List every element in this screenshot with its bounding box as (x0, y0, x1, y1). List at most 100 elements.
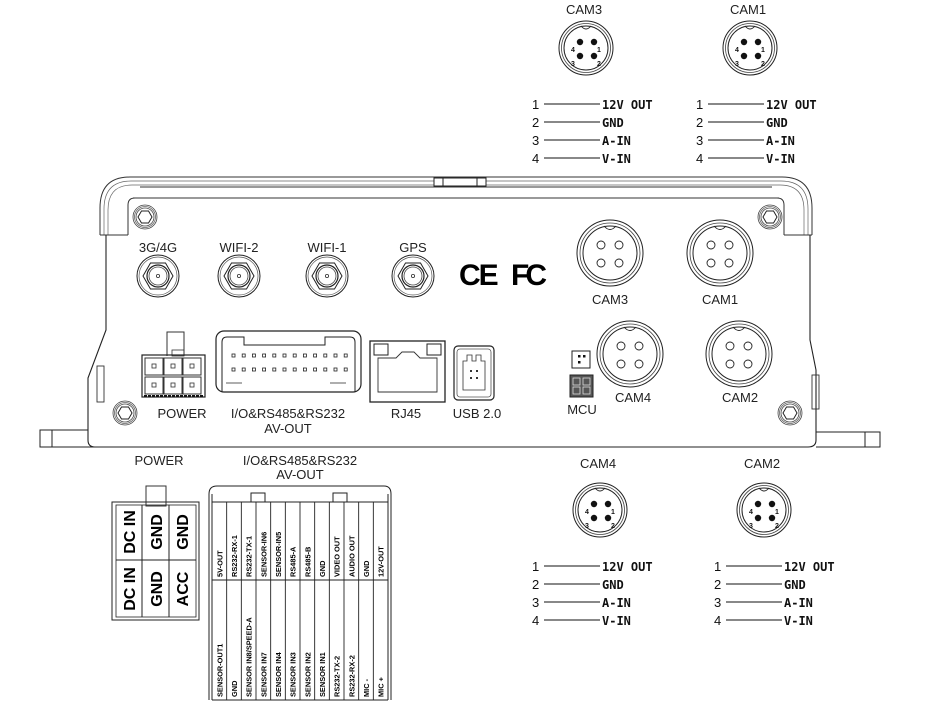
port-rj45: RJ45 (369, 340, 446, 421)
io-pin-label: RS232-RX-2 (347, 655, 356, 697)
pin-signal: GND (602, 116, 624, 130)
screw-icon (132, 204, 158, 230)
pin-signal: A-IN (766, 134, 795, 148)
pin-row: 3 A-IN (696, 133, 795, 148)
pinout-title: CAM2 (744, 456, 780, 471)
pinout-cam2: CAM2 4 1 3 2 1 12V OUT 2 GND 3 A-IN 4 V-IN (714, 456, 835, 628)
power-pin-label: ACC (175, 571, 192, 606)
io-pin-label: RS232-TX-1 (245, 536, 254, 577)
pin-signal: V-IN (602, 614, 631, 628)
pin-signal: V-IN (784, 614, 813, 628)
port-label: CAM3 (592, 292, 628, 307)
port-io-av-out: I/O&RS485&RS232 AV-OUT (215, 330, 362, 436)
pin-number: 1 (532, 559, 539, 574)
io-pin-label: RS232-RX-1 (230, 535, 239, 577)
io-pin-label: SENSOR-OUT1 (215, 644, 224, 697)
pin-row: 2 GND (532, 115, 624, 130)
io-pin-label: 12V-OUT (377, 546, 386, 577)
io-pin-dot (231, 353, 236, 358)
pin-row: 4 V-IN (532, 151, 631, 166)
port-label: RJ45 (391, 406, 421, 421)
pin-label: 4 (735, 47, 739, 54)
pin-number: 1 (714, 559, 721, 574)
pin-label: 2 (775, 523, 779, 530)
io-pin-label: SENSOR IN2 (303, 652, 312, 697)
io-pin-dot (282, 367, 287, 372)
io-pin-label: RS232-TX-2 (333, 656, 342, 697)
io-pin-dot (292, 353, 297, 358)
pin-row: 4 V-IN (532, 613, 631, 628)
antenna-label: GPS (399, 240, 427, 255)
pin-label: 3 (749, 523, 753, 530)
io-pin-label: SENSOR IN8/SPEED-A (245, 617, 254, 697)
aviation-connector-icon (686, 219, 754, 287)
power-pin-label: DC IN (122, 510, 139, 554)
io-pin-dot (302, 353, 307, 358)
pin-label: 1 (761, 47, 765, 54)
pin-row: 3 A-IN (714, 595, 813, 610)
io-pin-dot (313, 353, 318, 358)
pinout-cam1: CAM1 4 1 3 2 1 12V OUT 2 GND 3 A-IN 4 V-IN (696, 2, 817, 166)
io-pin-dot (282, 353, 287, 358)
power-pinout: POWER DC IN GND GND DC IN GND ACC (111, 453, 200, 621)
io-pin-label: SENSOR IN7 (259, 652, 268, 697)
pin-label: 2 (611, 523, 615, 530)
pin-row: 4 V-IN (714, 613, 813, 628)
io-pin-label: SENSOR-IN5 (274, 532, 283, 577)
pin-number: 2 (714, 577, 721, 592)
io-pin-label: VIDEO OUT (333, 536, 342, 577)
io-pin-dot (333, 367, 338, 372)
io-pin-label: RS485-B (303, 547, 312, 577)
aviation-connector-icon (576, 219, 644, 287)
pin-label: 4 (571, 47, 575, 54)
aviation-connector-icon (722, 20, 778, 76)
io-pin-label: RS485-A (289, 546, 298, 577)
io-pin-dot (323, 353, 328, 358)
io-pin-label: GND (362, 560, 371, 577)
io-pin-label: 5V-OUT (215, 550, 224, 577)
diagram-canvas: CAM3 4 1 3 2 1 12V OUT 2 GND 3 A-IN 4 V-IN C… (39, 2, 881, 701)
io-pin-dot (302, 367, 307, 372)
pinout-title: CAM3 (566, 2, 602, 17)
pin-signal: A-IN (602, 596, 631, 610)
pinout-title: CAM1 (730, 2, 766, 17)
antenna-label: WIFI-1 (308, 240, 347, 255)
io-pin-dot (262, 367, 267, 372)
port-label: CAM2 (722, 390, 758, 405)
port-usb: USB 2.0 (453, 345, 501, 421)
port-label: POWER (157, 406, 206, 421)
pin-signal: A-IN (602, 134, 631, 148)
pin-label: 3 (571, 61, 575, 68)
io-pin-dot (251, 353, 256, 358)
pin-signal: V-IN (602, 152, 631, 166)
port-cam1: CAM1 (686, 219, 754, 307)
io-pin-dot (272, 367, 277, 372)
io-pin-dot (343, 367, 348, 372)
io-pin-dot (241, 353, 246, 358)
pin-row: 1 12V OUT (532, 559, 653, 574)
pin-number: 4 (714, 613, 721, 628)
antenna-wifi1: WIFI-1 (305, 240, 349, 298)
pin-signal: GND (766, 116, 788, 130)
io-pin-dot (272, 353, 277, 358)
pin-number: 3 (714, 595, 721, 610)
pin-signal: 12V OUT (766, 98, 817, 112)
pin-row: 2 GND (696, 115, 788, 130)
pin-number: 3 (696, 133, 703, 148)
sma-connector-icon (305, 254, 349, 298)
pin-signal: GND (784, 578, 806, 592)
aviation-connector-icon (558, 20, 614, 76)
io-pin-label: SENSOR IN1 (318, 652, 327, 697)
port-cam3: CAM3 (576, 219, 644, 307)
pin-label: 2 (761, 61, 765, 68)
antenna-label: WIFI-2 (220, 240, 259, 255)
device-rear-panel: 3G/4G WIFI-2 WIFI-1 GPS CE FC CAM3 CAM1 (39, 176, 881, 448)
port-label: MCU (567, 402, 597, 417)
io-pin-dot (241, 367, 246, 372)
io-pinout: I/O&RS485&RS232 AV-OUT 5V-OUT RS232-RX-1 R… (208, 453, 392, 701)
screw-icon (777, 400, 803, 426)
screw-icon (112, 400, 138, 426)
port-label: CAM1 (702, 292, 738, 307)
io-pin-dot (323, 367, 328, 372)
power-pin-label: DC IN (122, 567, 139, 611)
